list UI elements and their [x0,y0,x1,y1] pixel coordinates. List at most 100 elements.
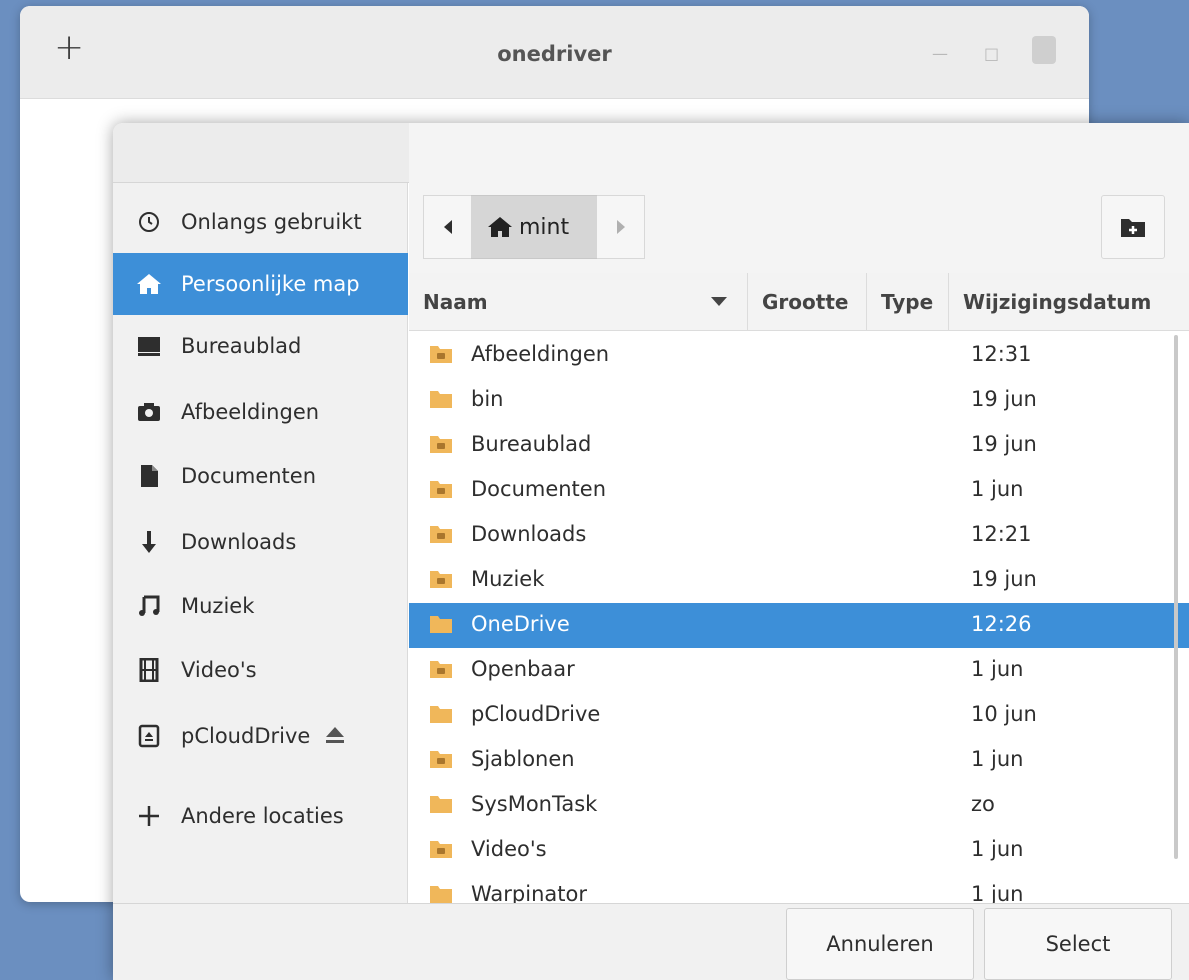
places-sidebar: Onlangs gebruikt Persoonlijke map Bureau… [113,183,408,903]
table-row[interactable]: Muziek 19 jun [409,558,1189,603]
table-row[interactable]: Warpinator 1 jun [409,873,1189,903]
table-row[interactable]: Documenten 1 jun [409,468,1189,513]
desktop-icon [135,332,163,360]
sidebar-item-documents[interactable]: Documenten [113,445,408,507]
dialog-footer: Annuleren Select [113,903,1189,980]
folder-icon [430,391,452,408]
table-row[interactable]: Bureaublad 19 jun [409,423,1189,468]
music-folder-icon [430,571,452,588]
path-segment-label: mint [519,214,570,240]
file-list: Naam Grootte Type Wijzigingsdatum Afbeel… [409,273,1189,903]
path-bar: mint [409,123,1189,273]
file-name: SysMonTask [471,792,598,816]
folder-icon [430,886,452,903]
file-name: Video's [471,837,547,861]
folder-icon [430,616,452,633]
table-row[interactable]: Video's 1 jun [409,828,1189,873]
table-row[interactable]: SysMonTask zo [409,783,1189,828]
cancel-button[interactable]: Annuleren [786,908,974,980]
folder-icon [430,796,452,813]
file-name: bin [471,387,504,411]
maximize-icon[interactable]: □ [984,44,999,63]
sidebar-item-pclouddrive[interactable]: pCloudDrive [113,705,408,767]
sidebar-item-label: Afbeeldingen [181,400,320,424]
main-window-title: onedriver [497,42,612,66]
file-name: Openbaar [471,657,575,681]
column-header-date[interactable]: Wijzigingsdatum [949,273,1189,331]
file-date: 12:31 [971,342,1032,366]
column-header-size[interactable]: Grootte [748,273,867,331]
new-folder-button[interactable] [1101,195,1165,259]
table-row[interactable]: Sjablonen 1 jun [409,738,1189,783]
camera-icon [135,398,163,426]
path-forward-button[interactable] [597,195,645,259]
table-row[interactable]: OneDrive 12:26 [409,603,1189,648]
downloads-folder-icon [430,526,452,543]
file-date: 19 jun [971,432,1037,456]
file-name: Bureaublad [471,432,592,456]
file-name: Sjablonen [471,747,575,771]
select-button[interactable]: Select [984,908,1172,980]
eject-icon[interactable] [323,725,347,750]
file-name: Downloads [471,522,587,546]
file-list-header: Naam Grootte Type Wijzigingsdatum [409,273,1189,331]
file-name: Afbeeldingen [471,342,610,366]
sidebar-item-label: Andere locaties [181,804,344,828]
pictures-folder-icon [430,346,452,363]
sidebar-item-recent[interactable]: Onlangs gebruikt [113,191,408,253]
sidebar-item-label: Onlangs gebruikt [181,210,362,234]
desktop-folder-icon [430,436,452,453]
videos-folder-icon [430,841,452,858]
file-date: zo [971,792,995,816]
sidebar-item-music[interactable]: Muziek [113,575,408,637]
sidebar-item-videos[interactable]: Video's [113,639,408,701]
table-row[interactable]: Openbaar 1 jun [409,648,1189,693]
file-date: 12:26 [971,612,1032,636]
chevron-left-icon [443,220,452,234]
sidebar-item-label: Documenten [181,464,317,488]
file-chooser-dialog: Select a mountpoint × Onlangs gebruikt P… [113,123,1189,980]
minimize-icon[interactable]: — [932,44,948,63]
file-name: pCloudDrive [471,702,601,726]
table-row[interactable]: bin 19 jun [409,378,1189,423]
column-header-type[interactable]: Type [867,273,949,331]
path-back-button[interactable] [423,195,471,259]
sidebar-item-downloads[interactable]: Downloads [113,511,408,573]
public-folder-icon [430,661,452,678]
table-row[interactable]: Downloads 12:21 [409,513,1189,558]
sidebar-item-label: pCloudDrive [181,724,311,748]
file-name: Documenten [471,477,607,501]
window-close-icon[interactable] [1032,36,1056,64]
sidebar-item-label: Video's [181,658,257,682]
sidebar-item-other-locations[interactable]: Andere locaties [113,785,408,847]
path-segment-home[interactable]: mint [471,195,597,259]
file-name: Warpinator [471,882,587,903]
table-row[interactable]: pCloudDrive 10 jun [409,693,1189,738]
home-icon [135,270,163,298]
sidebar-item-home[interactable]: Persoonlijke map [113,253,408,315]
file-date: 19 jun [971,387,1037,411]
documents-folder-icon [430,481,452,498]
folder-icon [430,706,452,723]
sidebar-item-pictures[interactable]: Afbeeldingen [113,381,408,443]
file-date: 1 jun [971,747,1024,771]
scrollbar[interactable] [1174,335,1178,859]
drive-icon [135,722,163,750]
sidebar-item-label: Bureaublad [181,334,302,358]
download-icon [135,528,163,556]
new-folder-icon [1121,219,1145,237]
music-icon [135,592,163,620]
sidebar-item-desktop[interactable]: Bureaublad [113,315,408,377]
file-date: 1 jun [971,837,1024,861]
table-row[interactable]: Afbeeldingen 12:31 [409,333,1189,378]
file-name: Muziek [471,567,545,591]
file-date: 1 jun [971,477,1024,501]
clock-icon [135,208,163,236]
sidebar-item-label: Downloads [181,530,297,554]
file-name: OneDrive [471,612,570,636]
file-date: 1 jun [971,882,1024,903]
main-titlebar: + onedriver — □ [20,6,1089,99]
file-date: 19 jun [971,567,1037,591]
column-header-name[interactable]: Naam [409,273,748,331]
file-date: 12:21 [971,522,1032,546]
